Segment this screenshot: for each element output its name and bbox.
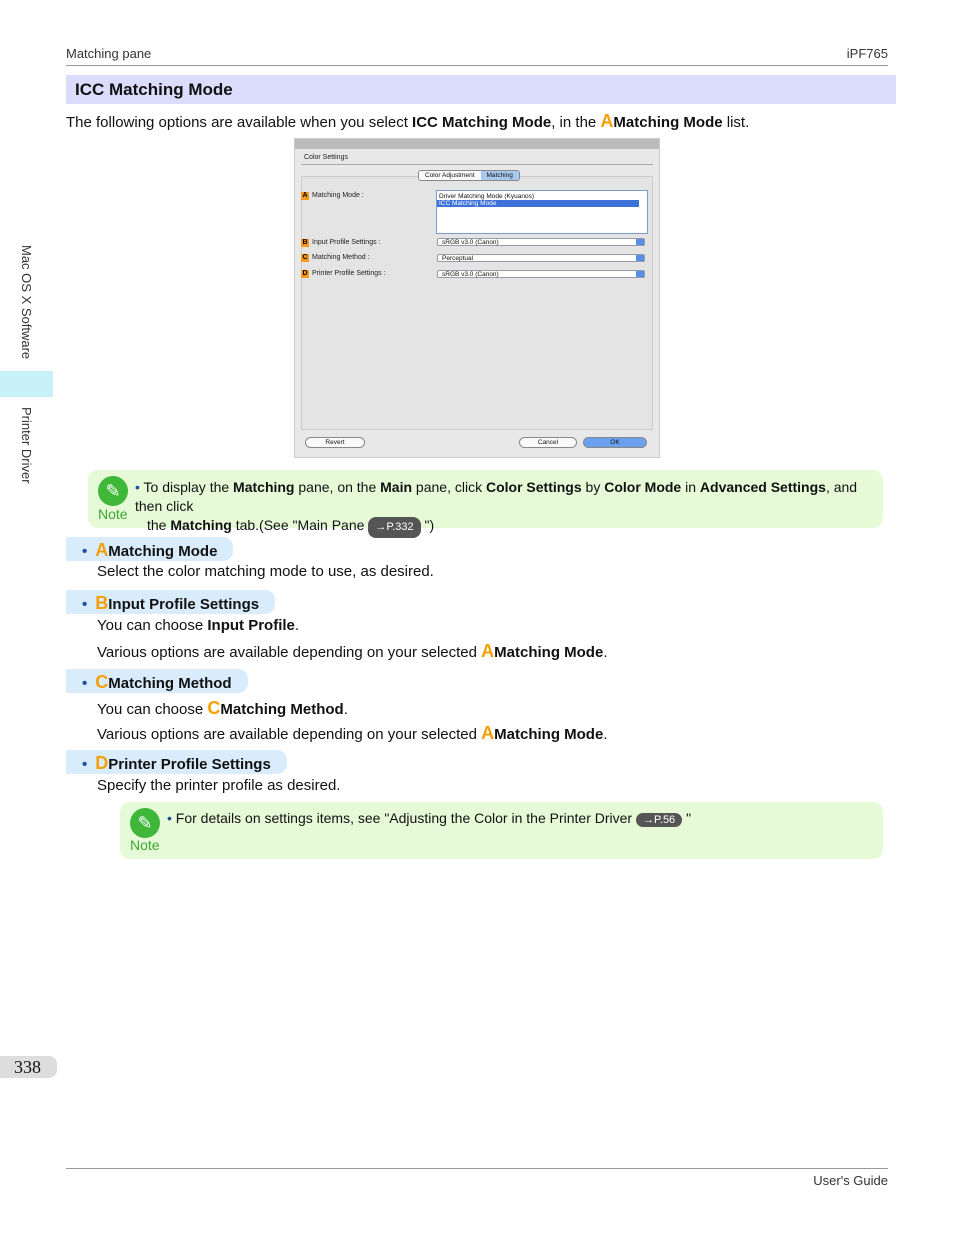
section-d-text: Specify the printer profile as desired. bbox=[97, 777, 341, 794]
matching-mode-list[interactable]: Driver Matching Mode (Kyuanos) ICC Match… bbox=[436, 190, 648, 234]
page-ref-link[interactable]: →P.56 bbox=[635, 813, 683, 827]
page-ref-link[interactable]: →P.332 bbox=[368, 517, 421, 538]
cancel-button[interactable]: Cancel bbox=[519, 437, 577, 448]
header-rule bbox=[66, 65, 888, 66]
list-item-selected[interactable]: ICC Matching Mode bbox=[437, 200, 639, 207]
section-b-line1: You can choose Input Profile. bbox=[97, 617, 300, 634]
note-pencil-icon: ✎ bbox=[130, 808, 160, 838]
row-a: A Matching Mode : bbox=[301, 192, 364, 200]
footer-rule bbox=[66, 1168, 888, 1169]
note-box: ✎ Note • To display the Matching pane, o… bbox=[88, 470, 883, 538]
note-text-2: • For details on settings items, see "Ad… bbox=[167, 810, 692, 827]
section-heading-a: • AMatching Mode bbox=[66, 537, 234, 561]
footer-text: User's Guide bbox=[813, 1173, 888, 1188]
note-text: • To display the Matching pane, on the M… bbox=[135, 478, 875, 538]
section-c-line1: You can choose CMatching Method. bbox=[97, 698, 348, 718]
header-product: iPF765 bbox=[846, 46, 888, 61]
note-pencil-icon: ✎ bbox=[98, 476, 128, 506]
ok-button[interactable]: OK bbox=[583, 437, 647, 448]
note-box-2: ✎ Note • For details on settings items, … bbox=[120, 802, 883, 859]
input-profile-select[interactable]: sRGB v3.0 (Canon) bbox=[437, 238, 645, 246]
tab-color-adjustment[interactable]: Color Adjustment bbox=[419, 171, 481, 180]
section-a-text: Select the color matching mode to use, a… bbox=[97, 563, 434, 580]
side-tab-active-marker bbox=[0, 371, 53, 397]
section-b-line2: Various options are available depending … bbox=[97, 641, 608, 661]
group-label: Color Settings bbox=[304, 154, 348, 161]
list-item[interactable]: Driver Matching Mode (Kyuanos) bbox=[437, 191, 647, 200]
section-c-line2: Various options are available depending … bbox=[97, 723, 608, 743]
section-heading-b: • BInput Profile Settings bbox=[66, 590, 276, 614]
side-tab-printer-driver[interactable]: Printer Driver bbox=[19, 407, 34, 484]
section-heading-d: • DPrinter Profile Settings bbox=[66, 750, 287, 774]
revert-button[interactable]: Revert bbox=[305, 437, 365, 448]
printer-profile-select[interactable]: sRGB v3.0 (Canon) bbox=[437, 270, 645, 278]
side-tab-mac-os-x-software[interactable]: Mac OS X Software bbox=[19, 245, 34, 359]
screenshot-matching-pane: Color Settings Color Adjustment Matching… bbox=[294, 138, 660, 458]
section-heading-c: • CMatching Method bbox=[66, 669, 248, 693]
intro: The following options are available when… bbox=[66, 111, 750, 131]
tab-matching[interactable]: Matching bbox=[480, 171, 519, 180]
page-number: 338 bbox=[0, 1056, 57, 1078]
page-title: ICC Matching Mode bbox=[66, 75, 896, 104]
header-section: Matching pane bbox=[66, 46, 152, 61]
matching-method-select[interactable]: Perceptual bbox=[437, 254, 645, 262]
